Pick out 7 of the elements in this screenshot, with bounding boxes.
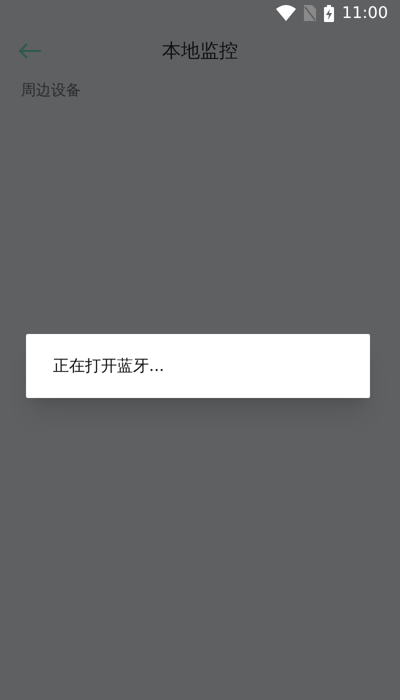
wifi-icon bbox=[276, 5, 296, 21]
dialog-message: 正在打开蓝牙... bbox=[53, 355, 164, 377]
battery-charging-icon bbox=[324, 4, 334, 22]
back-arrow-icon[interactable] bbox=[18, 43, 42, 59]
toolbar-title: 本地监控 bbox=[162, 38, 238, 64]
status-time: 11:00 bbox=[342, 2, 388, 24]
no-sim-icon bbox=[304, 5, 316, 21]
